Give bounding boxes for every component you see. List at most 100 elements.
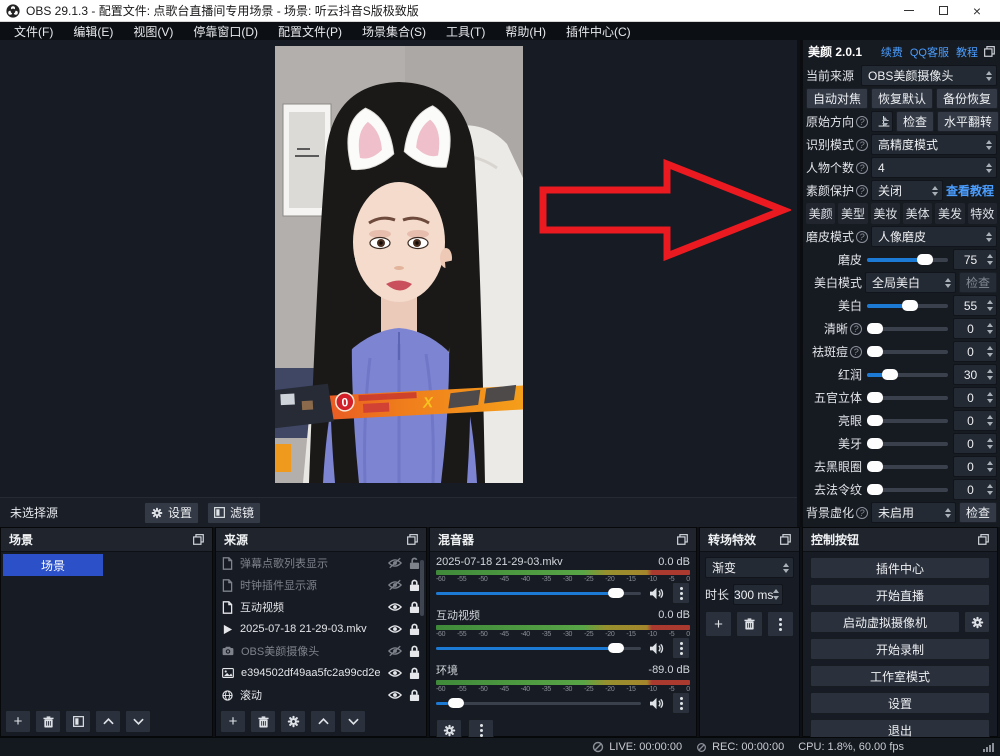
popout-icon[interactable] [677,534,688,545]
lock-icon[interactable] [409,579,420,592]
transition-duration-spinbox[interactable]: 300 ms [733,584,783,605]
source-row[interactable]: 弹幕点歌列表显示 [216,552,426,574]
slider-value-spinbox[interactable]: 0 [953,410,997,431]
volume-slider[interactable] [436,702,641,705]
menu-item[interactable]: 编辑(E) [63,23,123,40]
move-source-down-button[interactable] [340,710,366,733]
help-icon[interactable]: ? [856,116,868,128]
speaker-icon[interactable] [649,587,664,600]
orientation-select[interactable]: 上 [871,111,893,132]
source-filters-button[interactable]: 滤镜 [207,502,261,524]
settings-button[interactable]: 设置 [810,692,990,714]
preview-area[interactable]: 0 X [0,40,797,497]
menu-item[interactable]: 工具(T) [436,23,495,40]
whiten-check-button[interactable]: 检查 [959,272,997,293]
hflip-button[interactable]: 水平翻转 [937,111,999,132]
help-icon[interactable]: ? [850,346,862,358]
move-source-up-button[interactable] [310,710,336,733]
eye-off-icon[interactable] [388,557,402,569]
add-source-button[interactable]: + [220,710,246,733]
view-tutorial-link[interactable]: 查看教程 [946,182,994,199]
beauty-tab[interactable]: 美型 [838,203,867,224]
backup-restore-button[interactable]: 备份恢复 [936,88,998,109]
slider-value-spinbox[interactable]: 75 [953,249,997,270]
remove-transition-button[interactable] [736,611,763,637]
source-row[interactable]: 时钟插件显示源 [216,574,426,596]
help-icon[interactable]: ? [856,139,868,151]
source-row[interactable]: OBS美颜摄像头 [216,640,426,662]
close-button[interactable]: × [960,1,994,21]
start-streaming-button[interactable]: 开始直播 [810,584,990,606]
restore-default-button[interactable]: 恢复默认 [871,88,933,109]
slider-value-spinbox[interactable]: 0 [953,456,997,477]
transition-type-select[interactable]: 渐变 [705,557,794,578]
tutorial-link[interactable]: 教程 [956,44,978,60]
eye-icon[interactable] [388,689,402,701]
remove-scene-button[interactable] [35,710,61,733]
plugin-center-button[interactable]: 插件中心 [810,557,990,579]
scene-item-selected[interactable]: 场景 [3,554,103,576]
menu-item[interactable]: 文件(F) [4,23,63,40]
add-scene-button[interactable]: + [5,710,31,733]
menu-item[interactable]: 配置文件(P) [268,23,352,40]
slider-value-spinbox[interactable]: 0 [953,479,997,500]
source-row[interactable]: 滚动 [216,684,426,706]
lock-icon[interactable] [409,689,420,702]
smooth-mode-select[interactable]: 人像磨皮 [871,226,997,247]
blemish-slider[interactable] [867,350,948,354]
eye-icon[interactable] [388,667,402,679]
source-row[interactable]: 互动视频 [216,596,426,618]
source-row[interactable]: e394502df49aa5fc2a99cd2e7c [216,662,426,684]
help-icon[interactable]: ? [856,231,868,243]
eye-off-icon[interactable] [388,579,402,591]
popout-icon[interactable] [193,534,204,545]
recognition-mode-select[interactable]: 高精度模式 [871,134,997,155]
slider-value-spinbox[interactable]: 55 [953,295,997,316]
menu-item[interactable]: 插件中心(C) [556,23,641,40]
move-scene-down-button[interactable] [125,710,151,733]
add-transition-button[interactable]: + [705,611,732,637]
source-properties-button[interactable] [280,710,306,733]
beauty-tab[interactable]: 美颜 [806,203,835,224]
maximize-button[interactable] [926,1,960,21]
teeth-slider[interactable] [867,442,948,446]
move-scene-up-button[interactable] [95,710,121,733]
eye-off-icon[interactable] [388,645,402,657]
dark-circles-slider[interactable] [867,465,948,469]
renew-link[interactable]: 续费 [881,44,903,60]
beauty-tab[interactable]: 美妆 [871,203,900,224]
source-row[interactable]: 2025-07-18 21-29-03.mkv [216,618,426,640]
popout-icon[interactable] [984,46,995,57]
speaker-icon[interactable] [649,642,664,655]
beauty-tab[interactable]: 美体 [903,203,932,224]
help-icon[interactable]: ? [856,162,868,174]
lock-icon[interactable] [409,667,420,680]
unlock-icon[interactable] [409,557,420,570]
slider-value-spinbox[interactable]: 0 [953,433,997,454]
remove-source-button[interactable] [250,710,276,733]
whiten-slider[interactable] [867,304,948,308]
speaker-icon[interactable] [649,697,664,710]
autofocus-button[interactable]: 自动对焦 [806,88,868,109]
face-3d-slider[interactable] [867,396,948,400]
whiten-mode-select[interactable]: 全局美白 [865,272,956,293]
volume-slider[interactable] [436,592,641,595]
menu-item[interactable]: 停靠窗口(D) [183,23,268,40]
menu-item[interactable]: 场景集合(S) [352,23,436,40]
studio-mode-button[interactable]: 工作室模式 [810,665,990,687]
menu-item[interactable]: 视图(V) [123,23,183,40]
qq-support-link[interactable]: QQ客服 [910,44,949,60]
help-icon[interactable]: ? [856,185,868,197]
current-source-select[interactable]: OBS美颜摄像头 [861,65,997,86]
virtual-camera-settings-button[interactable] [964,611,990,633]
start-recording-button[interactable]: 开始录制 [810,638,990,660]
minimize-button[interactable] [892,1,926,21]
orientation-check-button[interactable]: 检查 [896,111,934,132]
nasolabial-slider[interactable] [867,488,948,492]
slider-value-spinbox[interactable]: 0 [953,341,997,362]
mixer-options-button[interactable] [672,582,690,604]
video-preview[interactable]: 0 X [275,46,523,483]
beauty-tab[interactable]: 美发 [935,203,964,224]
beauty-tab[interactable]: 特效 [968,203,997,224]
person-count-spinbox[interactable]: 4 [871,157,997,178]
